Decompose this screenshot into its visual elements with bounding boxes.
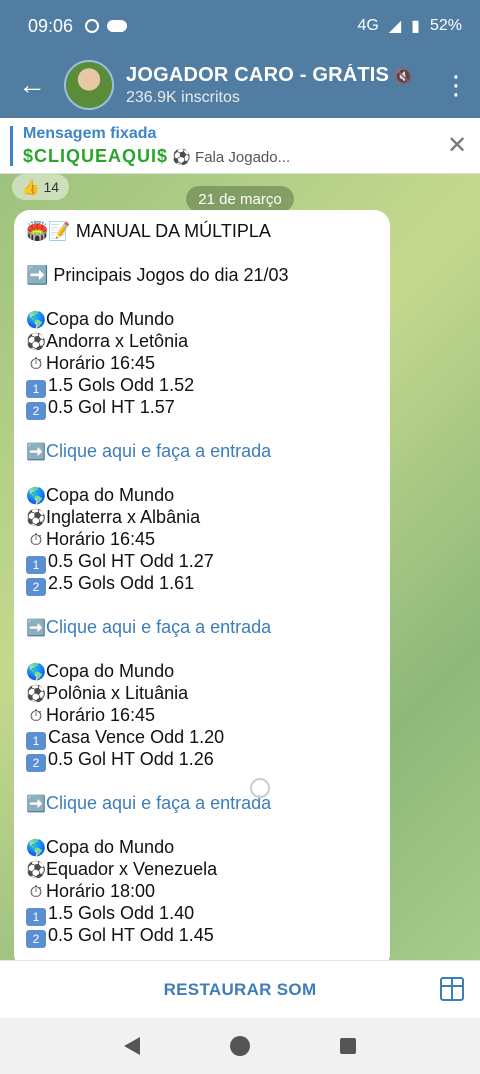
stopwatch-icon: ⏱ (29, 884, 43, 901)
avatar[interactable] (64, 60, 114, 110)
message-bubble[interactable]: 🏟️📝 MANUAL DA MÚLTIPLA ➡️ Principais Jog… (14, 210, 390, 960)
match: Polônia x Lituânia (46, 683, 189, 703)
restore-sound-button[interactable]: RESTAURAR SOM (164, 980, 317, 1000)
soccer-ball-icon: ⚽ (26, 334, 46, 351)
status-bar: 09:06 4G ◢ ▮ 52% (0, 0, 480, 52)
cloud-icon (107, 20, 128, 32)
tip-2: 0.5 Gol HT Odd 1.45 (48, 925, 214, 945)
reaction-count: 14 (43, 179, 60, 195)
tip-2: 0.5 Gol HT Odd 1.26 (48, 749, 214, 769)
match: Equador x Venezuela (46, 859, 218, 879)
match-time: Horário 16:45 (46, 705, 156, 725)
keycap-2-icon: 2 (26, 578, 46, 596)
message-title: 🏟️📝 MANUAL DA MÚLTIPLA (26, 221, 271, 241)
stopwatch-icon: ⏱ (29, 708, 43, 725)
chat-area[interactable]: 👍 14 21 de março 🏟️📝 MANUAL DA MÚLTIPLA … (0, 174, 480, 960)
mute-icon: 🔇 (394, 67, 413, 84)
match: Inglaterra x Albânia (46, 507, 201, 527)
status-time: 09:06 (28, 15, 74, 36)
pinned-indicator (10, 125, 13, 166)
stopwatch-icon: ⏱ (29, 356, 43, 373)
soccer-ball-icon: ⚽ (26, 686, 46, 703)
arrow-right-icon: ➡️ (26, 444, 46, 461)
match-time: Horário 16:45 (46, 353, 156, 373)
tip-1: 1.5 Gols Odd 1.52 (48, 375, 195, 395)
nav-back-icon[interactable] (124, 1037, 140, 1055)
keycap-2-icon: 2 (26, 930, 46, 948)
competition: Copa do Mundo (46, 485, 175, 505)
soccer-ball-icon: ⚽ (26, 510, 46, 527)
pinned-highlight: $CLIQUEAQUI$ (23, 145, 169, 166)
arrow-right-icon: ➡️ (26, 796, 46, 813)
globe-icon: 🌎 (26, 312, 46, 329)
tip-1: 1.5 Gols Odd 1.40 (48, 903, 195, 923)
pinned-preview: ⚽ Fala Jogado... (172, 148, 291, 166)
globe-icon: 🌎 (26, 488, 46, 505)
stopwatch-icon: ⏱ (29, 532, 43, 549)
nav-home-icon[interactable] (230, 1036, 250, 1056)
battery-icon: ▮ (411, 18, 420, 35)
keycap-2-icon: 2 (26, 402, 46, 420)
notification-icon (85, 19, 100, 33)
keycap-2-icon: 2 (26, 754, 46, 772)
entry-link[interactable]: Clique aqui e faça a entrada (46, 617, 271, 637)
arrow-right-icon: ➡️ (26, 620, 46, 637)
tip-1: 0.5 Gol HT Odd 1.27 (48, 551, 214, 571)
nav-recents-icon[interactable] (340, 1038, 356, 1054)
system-nav-bar (0, 1018, 480, 1074)
match: Andorra x Letônia (46, 331, 189, 351)
match-time: Horário 18:00 (46, 881, 156, 901)
competition: Copa do Mundo (46, 661, 175, 681)
tip-2: 2.5 Gols Odd 1.61 (48, 573, 195, 593)
globe-icon: 🌎 (26, 840, 46, 857)
soccer-ball-icon: ⚽ (26, 862, 46, 879)
subscriber-count: 236.9K inscritos (126, 88, 240, 106)
pinned-label: Mensagem fixada (23, 124, 157, 142)
competition: Copa do Mundo (46, 837, 175, 857)
message-intro: ➡️ Principais Jogos do dia 21/03 (26, 265, 289, 285)
gift-icon[interactable] (440, 977, 464, 1001)
touch-indicator (250, 778, 270, 798)
back-arrow-icon[interactable]: ← (0, 52, 64, 118)
tip-1: Casa Vence Odd 1.20 (48, 727, 225, 747)
network-label: 4G (357, 17, 379, 34)
entry-link[interactable]: Clique aqui e faça a entrada (46, 441, 271, 461)
bottom-bar: RESTAURAR SOM (0, 960, 480, 1018)
match-time: Horário 16:45 (46, 529, 156, 549)
pinned-message[interactable]: Mensagem fixada $CLIQUEAQUI$ ⚽ Fala Joga… (0, 118, 480, 174)
battery-percent: 52% (429, 17, 462, 34)
entry-link[interactable]: Clique aqui e faça a entrada (46, 793, 271, 813)
close-icon[interactable]: ✕ (434, 131, 480, 160)
tip-2: 0.5 Gol HT 1.57 (48, 397, 175, 417)
date-divider: 21 de março (186, 186, 294, 212)
channel-title: JOGADOR CARO - GRÁTIS (126, 63, 390, 86)
channel-header: ← JOGADOR CARO - GRÁTIS 🔇 236.9K inscrit… (0, 52, 480, 118)
thumbs-up-icon: 👍 (22, 178, 40, 195)
competition: Copa do Mundo (46, 309, 175, 329)
reaction-badge[interactable]: 👍 14 (12, 174, 70, 200)
channel-title-block[interactable]: JOGADOR CARO - GRÁTIS 🔇 236.9K inscritos (126, 64, 432, 107)
signal-icon: ◢ (388, 18, 402, 35)
globe-icon: 🌎 (26, 664, 46, 681)
more-vert-icon[interactable]: ⋮ (432, 70, 480, 101)
